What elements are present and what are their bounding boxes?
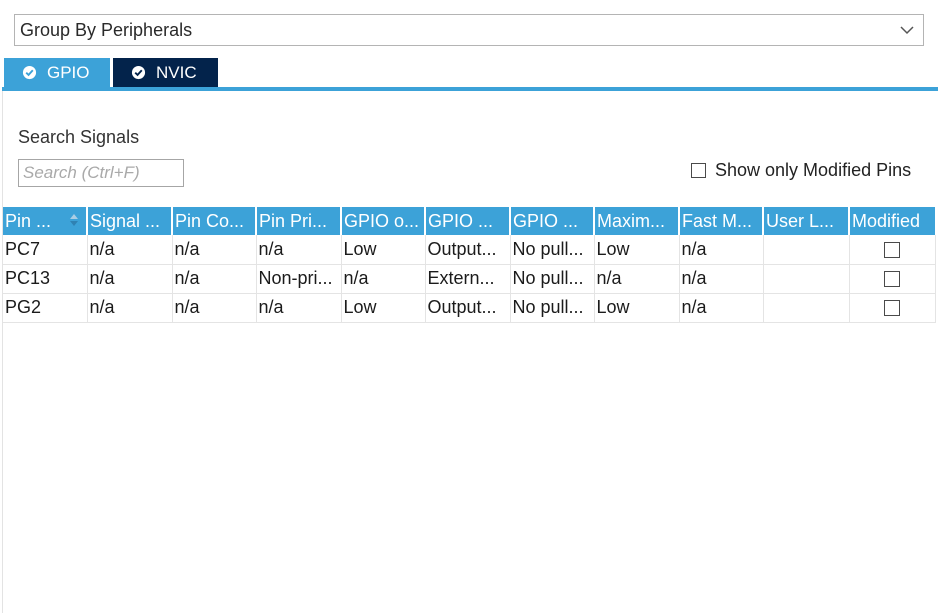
cell-pin-context: n/a [172, 264, 257, 294]
cell-modified [849, 235, 936, 265]
column-header-pin[interactable]: Pin ... [3, 207, 88, 235]
cell-user-label[interactable] [763, 235, 850, 265]
cell-pin-privilege: n/a [256, 235, 342, 265]
cell-max-speed: Low [594, 235, 680, 265]
checkbox-icon[interactable] [691, 163, 706, 178]
column-header-user-label[interactable]: User L... [763, 207, 850, 235]
column-header-pin-privilege[interactable]: Pin Pri... [256, 207, 342, 235]
cell-pin-privilege: n/a [256, 293, 342, 323]
cell-fast-mode: n/a [679, 235, 764, 265]
column-header-max-speed[interactable]: Maxim... [594, 207, 680, 235]
cell-modified [849, 293, 936, 323]
cell-max-speed: n/a [594, 264, 680, 294]
cell-pin: PC13 [3, 264, 88, 294]
cell-max-speed: Low [594, 293, 680, 323]
cell-gpio-pull: No pull... [510, 235, 595, 265]
chevron-down-icon [900, 26, 914, 35]
pin-configuration-table: Pin ... Signal ... Pin Co... Pin Pri... … [3, 207, 936, 323]
column-header-signal[interactable]: Signal ... [87, 207, 173, 235]
table-header-row: Pin ... Signal ... Pin Co... Pin Pri... … [3, 207, 935, 235]
cell-pin-privilege: Non-pri... [256, 264, 342, 294]
tab-nvic[interactable]: NVIC [113, 58, 218, 87]
panel-border [2, 91, 3, 613]
sort-icon[interactable] [68, 213, 80, 227]
tab-gpio[interactable]: GPIO [4, 58, 110, 87]
tab-underline [2, 87, 938, 91]
column-header-gpio-mode[interactable]: GPIO ... [425, 207, 511, 235]
tab-nvic-label: NVIC [156, 62, 197, 82]
modified-checkbox[interactable] [884, 271, 900, 288]
group-by-dropdown[interactable]: Group By Peripherals [14, 14, 924, 46]
cell-gpio-pull: No pull... [510, 264, 595, 294]
modified-checkbox[interactable] [884, 300, 900, 317]
cell-gpio-mode: Output... [425, 235, 511, 265]
cell-gpio-mode: Extern... [425, 264, 511, 294]
cell-gpio-mode: Output... [425, 293, 511, 323]
cell-user-label[interactable] [763, 264, 850, 294]
column-header-pin-context[interactable]: Pin Co... [172, 207, 257, 235]
table-row[interactable]: PG2 n/a n/a n/a Low Output... No pull...… [3, 293, 936, 323]
search-signals-title: Search Signals [18, 127, 140, 147]
check-circle-icon [22, 65, 37, 80]
cell-fast-mode: n/a [679, 264, 764, 294]
cell-signal: n/a [87, 264, 173, 294]
show-modified-pins-label: Show only Modified Pins [715, 160, 912, 180]
cell-gpio-output-level: n/a [341, 264, 426, 294]
show-modified-pins-checkbox[interactable]: Show only Modified Pins [691, 160, 911, 181]
cell-user-label[interactable] [763, 293, 850, 323]
column-header-modified[interactable]: Modified [849, 207, 935, 235]
cell-pin-context: n/a [172, 293, 257, 323]
table-row[interactable]: PC13 n/a n/a Non-pri... n/a Extern... No… [3, 264, 936, 294]
cell-gpio-pull: No pull... [510, 293, 595, 323]
cell-signal: n/a [87, 235, 173, 265]
tab-gpio-label: GPIO [47, 62, 90, 82]
column-header-gpio-output-level[interactable]: GPIO o... [341, 207, 426, 235]
modified-checkbox[interactable] [884, 242, 900, 258]
column-header-gpio-pull[interactable]: GPIO ... [510, 207, 595, 235]
cell-pin: PC7 [3, 235, 88, 265]
cell-modified [849, 264, 936, 294]
table-row[interactable]: PC7 n/a n/a n/a Low Output... No pull...… [3, 235, 936, 265]
group-by-value: Group By Peripherals [20, 19, 193, 40]
cell-pin-context: n/a [172, 235, 257, 265]
tab-bar: GPIO NVIC [4, 58, 218, 87]
cell-pin: PG2 [3, 293, 88, 323]
cell-gpio-output-level: Low [341, 235, 426, 265]
column-header-fast-mode[interactable]: Fast M... [679, 207, 764, 235]
cell-signal: n/a [87, 293, 173, 323]
cell-gpio-output-level: Low [341, 293, 426, 323]
check-circle-icon [131, 65, 146, 80]
cell-fast-mode: n/a [679, 293, 764, 323]
search-input[interactable] [18, 159, 184, 187]
